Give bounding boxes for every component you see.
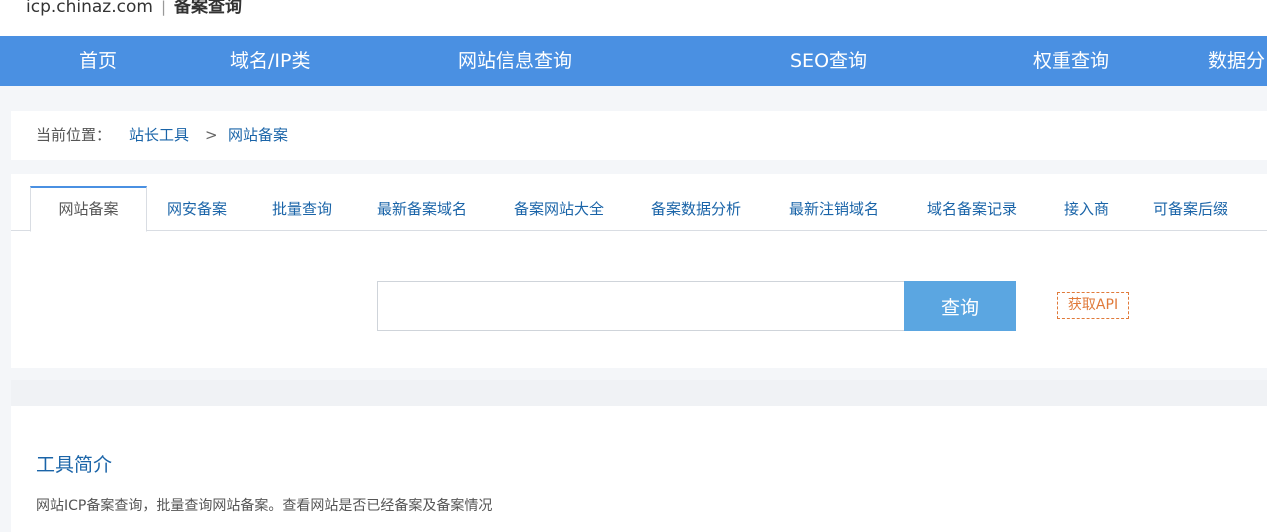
search-input[interactable] [377, 281, 905, 331]
tab-domain-records[interactable]: 域名备案记录 [927, 186, 1017, 231]
site-domain: icp.chinaz.com [26, 0, 153, 17]
intro-title: 工具简介 [36, 454, 113, 476]
intro-text: 网站ICP备案查询，批量查询网站备案。查看网站是否已经备案及备案情况 [36, 498, 493, 514]
nav-item-home[interactable]: 首页 [79, 36, 117, 86]
query-panel: 网站备案 网安备案 批量查询 最新备案域名 备案网站大全 备案数据分析 最新注销… [11, 174, 1267, 368]
tool-intro: 工具简介 网站ICP备案查询，批量查询网站备案。查看网站是否已经备案及备案情况 [11, 406, 1267, 532]
query-button[interactable]: 查询 [904, 281, 1016, 331]
breadcrumb-label: 当前位置： [36, 126, 112, 144]
tab-batch-query[interactable]: 批量查询 [272, 186, 332, 231]
tab-suffixes[interactable]: 可备案后缀 [1153, 186, 1228, 231]
nav-item-seo[interactable]: SEO查询 [790, 36, 867, 86]
logo-separator: | [160, 0, 166, 16]
nav-item-data[interactable]: 数据分 [1208, 36, 1265, 86]
tab-site-icp[interactable]: 网站备案 [30, 186, 147, 232]
breadcrumb-link-icp[interactable]: 网站备案 [228, 111, 288, 160]
tab-cancelled-domains[interactable]: 最新注销域名 [789, 186, 879, 231]
site-header: icp.chinaz.com | 备案查询 [0, 0, 1267, 36]
nav-item-weight[interactable]: 权重查询 [1033, 36, 1109, 86]
breadcrumb-link-tools[interactable]: 站长工具 [129, 111, 189, 160]
tab-site-directory[interactable]: 备案网站大全 [514, 186, 604, 231]
main-nav: 首页 域名/IP类 网站信息查询 SEO查询 权重查询 数据分 [0, 36, 1267, 86]
tab-public-security[interactable]: 网安备案 [167, 186, 227, 231]
breadcrumb: 当前位置： 站长工具 > 网站备案 [11, 111, 1267, 160]
nav-item-site-info[interactable]: 网站信息查询 [458, 36, 572, 86]
site-logo[interactable]: icp.chinaz.com | 备案查询 [26, 0, 242, 17]
tab-bar: 网站备案 网安备案 批量查询 最新备案域名 备案网站大全 备案数据分析 最新注销… [11, 186, 1267, 232]
site-title: 备案查询 [174, 0, 242, 17]
nav-item-domain-ip[interactable]: 域名/IP类 [230, 36, 310, 86]
tab-data-analysis[interactable]: 备案数据分析 [651, 186, 741, 231]
get-api-link[interactable]: 获取API [1057, 292, 1129, 319]
tab-latest-domains[interactable]: 最新备案域名 [377, 186, 467, 231]
section-divider [11, 380, 1267, 406]
tab-providers[interactable]: 接入商 [1064, 186, 1109, 231]
breadcrumb-separator: > [205, 126, 218, 144]
